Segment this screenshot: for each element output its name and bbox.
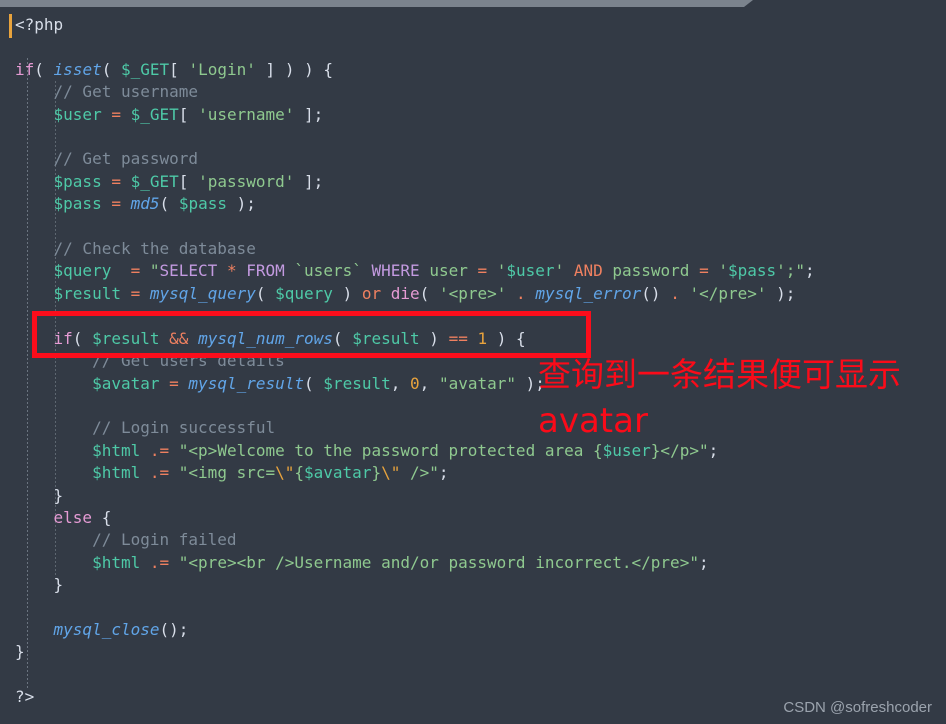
window-chrome-bar-taper <box>744 0 753 7</box>
code-editor-area[interactable]: <?php if( isset( $_GET[ 'Login' ] ) ) { … <box>0 7 946 724</box>
csdn-watermark: CSDN @sofreshcoder <box>783 699 932 716</box>
php-source-code[interactable]: <?php if( isset( $_GET[ 'Login' ] ) ) { … <box>0 7 815 709</box>
window-chrome-bar <box>0 0 744 7</box>
code-line-php-open: <?php <box>15 15 64 34</box>
screenshot-root: <?php if( isset( $_GET[ 'Login' ] ) ) { … <box>0 0 946 724</box>
